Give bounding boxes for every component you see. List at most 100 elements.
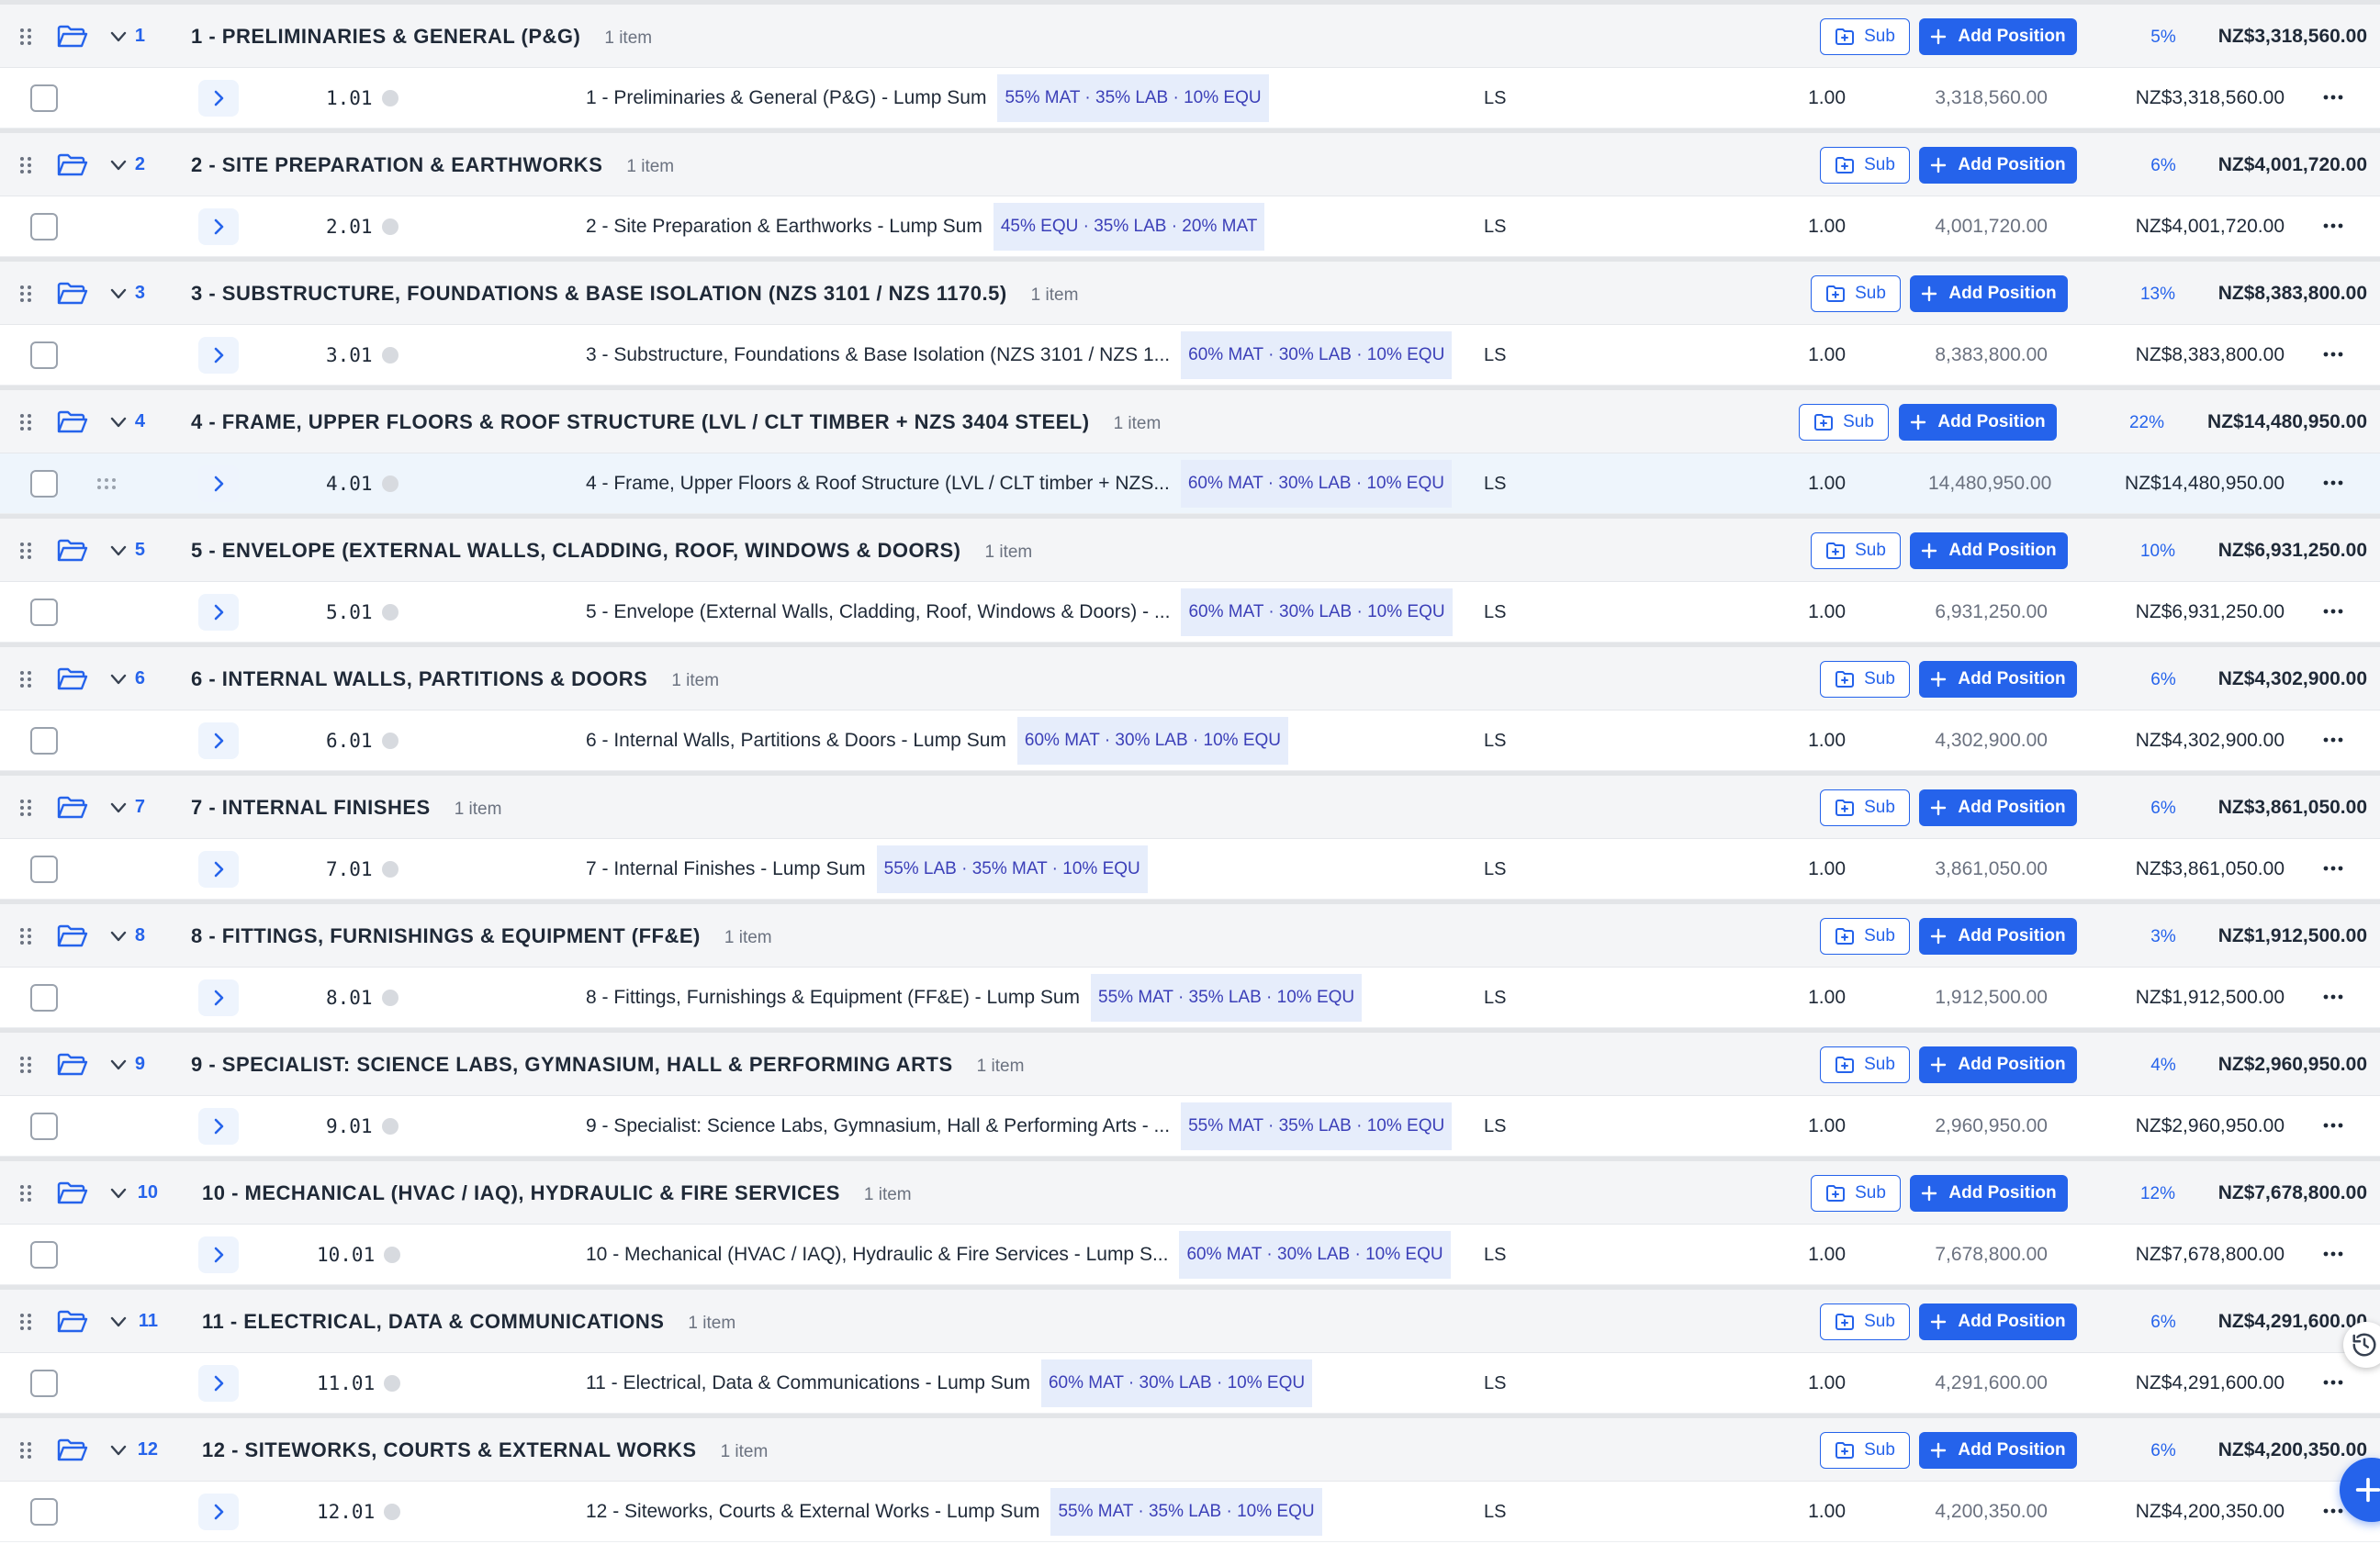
- position-rate[interactable]: 14,480,950.00: [1928, 453, 2051, 514]
- group-header-row[interactable]: 6 6 - INTERNAL WALLS, PARTITIONS & DOORS…: [0, 647, 2380, 710]
- group-title[interactable]: 12 - SITEWORKS, COURTS & EXTERNAL WORKS 1…: [202, 1418, 768, 1482]
- more-horizontal-icon[interactable]: [2319, 1373, 2347, 1392]
- add-sub-button[interactable]: Sub: [1820, 1432, 1910, 1469]
- position-quantity[interactable]: 1.00: [1745, 582, 1846, 643]
- position-quantity[interactable]: 1.00: [1745, 710, 1846, 771]
- row-checkbox[interactable]: [30, 341, 58, 369]
- folder-open-icon[interactable]: [57, 409, 88, 435]
- folder-open-icon[interactable]: [57, 152, 88, 178]
- expand-row-button[interactable]: [198, 1236, 239, 1273]
- position-rate[interactable]: 2,960,950.00: [1928, 1096, 2048, 1157]
- position-quantity[interactable]: 1.00: [1745, 1482, 1846, 1542]
- drag-handle-icon[interactable]: [16, 1183, 36, 1203]
- position-description[interactable]: 10 - Mechanical (HVAC / IAQ), Hydraulic …: [586, 1225, 1451, 1285]
- row-checkbox[interactable]: [30, 213, 58, 241]
- group-title[interactable]: 3 - SUBSTRUCTURE, FOUNDATIONS & BASE ISO…: [191, 262, 1078, 325]
- add-position-button[interactable]: Add Position: [1919, 18, 2077, 55]
- folder-open-icon[interactable]: [57, 1309, 88, 1335]
- position-rate[interactable]: 7,678,800.00: [1928, 1225, 2048, 1285]
- row-checkbox[interactable]: [30, 84, 58, 112]
- row-checkbox[interactable]: [30, 1498, 58, 1526]
- expand-row-button[interactable]: [198, 979, 239, 1016]
- folder-open-icon[interactable]: [57, 1438, 88, 1463]
- add-position-button[interactable]: Add Position: [1910, 532, 2068, 569]
- folder-open-icon[interactable]: [57, 795, 88, 821]
- add-sub-button[interactable]: Sub: [1820, 789, 1910, 826]
- position-unit[interactable]: LS: [1484, 1353, 1506, 1414]
- group-header-row[interactable]: 1 1 - PRELIMINARIES & GENERAL (P&G) 1 ite…: [0, 5, 2380, 68]
- position-description[interactable]: 11 - Electrical, Data & Communications -…: [586, 1353, 1313, 1414]
- position-description[interactable]: 5 - Envelope (External Walls, Cladding, …: [586, 582, 1453, 643]
- grip-dots-icon[interactable]: [95, 476, 118, 492]
- row-checkbox[interactable]: [30, 1113, 58, 1140]
- add-position-button[interactable]: Add Position: [1919, 661, 2077, 698]
- add-sub-button[interactable]: Sub: [1811, 532, 1901, 569]
- position-rate[interactable]: 6,931,250.00: [1928, 582, 2048, 643]
- group-title[interactable]: 8 - FITTINGS, FURNISHINGS & EQUIPMENT (F…: [191, 904, 772, 968]
- position-quantity[interactable]: 1.00: [1745, 453, 1846, 514]
- position-rate[interactable]: 4,200,350.00: [1928, 1482, 2048, 1542]
- group-header-row[interactable]: 4 4 - FRAME, UPPER FLOORS & ROOF STRUCTU…: [0, 390, 2380, 453]
- add-position-button[interactable]: Add Position: [1910, 275, 2068, 312]
- add-sub-button[interactable]: Sub: [1820, 147, 1910, 184]
- position-rate[interactable]: 1,912,500.00: [1928, 968, 2048, 1028]
- position-quantity[interactable]: 1.00: [1745, 1096, 1846, 1157]
- expand-row-button[interactable]: [198, 1494, 239, 1530]
- position-rate[interactable]: 4,001,720.00: [1928, 196, 2048, 257]
- add-position-button[interactable]: Add Position: [1919, 147, 2077, 184]
- folder-open-icon[interactable]: [57, 1052, 88, 1078]
- add-sub-button[interactable]: Sub: [1811, 275, 1901, 312]
- more-horizontal-icon[interactable]: [2319, 217, 2347, 235]
- row-checkbox[interactable]: [30, 984, 58, 1012]
- expand-row-button[interactable]: [198, 1108, 239, 1145]
- position-quantity[interactable]: 1.00: [1745, 968, 1846, 1028]
- position-rate[interactable]: 3,318,560.00: [1928, 68, 2048, 129]
- more-horizontal-icon[interactable]: [2319, 859, 2347, 878]
- add-sub-button[interactable]: Sub: [1820, 18, 1910, 55]
- group-header-row[interactable]: 10 10 - MECHANICAL (HVAC / IAQ), HYDRAUL…: [0, 1161, 2380, 1225]
- add-position-button[interactable]: Add Position: [1919, 918, 2077, 955]
- drag-handle-icon[interactable]: [16, 541, 36, 561]
- group-header-row[interactable]: 9 9 - SPECIALIST: SCIENCE LABS, GYMNASIU…: [0, 1033, 2380, 1096]
- more-horizontal-icon[interactable]: [2319, 474, 2347, 492]
- position-unit[interactable]: LS: [1484, 453, 1506, 514]
- drag-handle-icon[interactable]: [16, 669, 36, 689]
- position-unit[interactable]: LS: [1484, 710, 1506, 771]
- position-unit[interactable]: LS: [1484, 196, 1506, 257]
- position-unit[interactable]: LS: [1484, 1225, 1506, 1285]
- group-title[interactable]: 6 - INTERNAL WALLS, PARTITIONS & DOORS 1 …: [191, 647, 719, 710]
- group-title[interactable]: 11 - ELECTRICAL, DATA & COMMUNICATIONS 1 …: [202, 1290, 735, 1353]
- expand-row-button[interactable]: [198, 337, 239, 374]
- position-row[interactable]: 12.01 12 - Siteworks, Courts & External …: [0, 1482, 2380, 1542]
- position-unit[interactable]: LS: [1484, 1096, 1506, 1157]
- group-title[interactable]: 10 - MECHANICAL (HVAC / IAQ), HYDRAULIC …: [202, 1161, 912, 1225]
- expand-row-button[interactable]: [198, 594, 239, 631]
- position-description[interactable]: 7 - Internal Finishes - Lump Sum 55% LAB …: [586, 839, 1148, 900]
- position-unit[interactable]: LS: [1484, 582, 1506, 643]
- expand-row-button[interactable]: [198, 722, 239, 759]
- add-position-button[interactable]: Add Position: [1919, 1303, 2077, 1340]
- expand-row-button[interactable]: [198, 851, 239, 888]
- position-description[interactable]: 12 - Siteworks, Courts & External Works …: [586, 1482, 1322, 1542]
- position-unit[interactable]: LS: [1484, 1482, 1506, 1542]
- group-title[interactable]: 2 - SITE PREPARATION & EARTHWORKS 1 item: [191, 133, 674, 196]
- add-position-button[interactable]: Add Position: [1910, 1175, 2068, 1212]
- position-rate[interactable]: 4,302,900.00: [1928, 710, 2048, 771]
- position-quantity[interactable]: 1.00: [1745, 325, 1846, 386]
- position-unit[interactable]: LS: [1484, 325, 1506, 386]
- add-sub-button[interactable]: Sub: [1820, 1303, 1910, 1340]
- group-header-row[interactable]: 2 2 - SITE PREPARATION & EARTHWORKS 1 ite…: [0, 133, 2380, 196]
- position-unit[interactable]: LS: [1484, 968, 1506, 1028]
- position-description[interactable]: 8 - Fittings, Furnishings & Equipment (F…: [586, 968, 1363, 1028]
- group-title[interactable]: 1 - PRELIMINARIES & GENERAL (P&G) 1 item: [191, 5, 652, 68]
- drag-handle-icon[interactable]: [16, 27, 36, 47]
- folder-open-icon[interactable]: [57, 538, 88, 564]
- group-header-row[interactable]: 5 5 - ENVELOPE (EXTERNAL WALLS, CLADDING…: [0, 519, 2380, 582]
- more-horizontal-icon[interactable]: [2319, 988, 2347, 1006]
- folder-open-icon[interactable]: [57, 24, 88, 50]
- position-description[interactable]: 3 - Substructure, Foundations & Base Iso…: [586, 325, 1453, 386]
- expand-row-button[interactable]: [198, 80, 239, 117]
- more-horizontal-icon[interactable]: [2319, 602, 2347, 621]
- group-header-row[interactable]: 11 11 - ELECTRICAL, DATA & COMMUNICATION…: [0, 1290, 2380, 1353]
- add-sub-button[interactable]: Sub: [1811, 1175, 1901, 1212]
